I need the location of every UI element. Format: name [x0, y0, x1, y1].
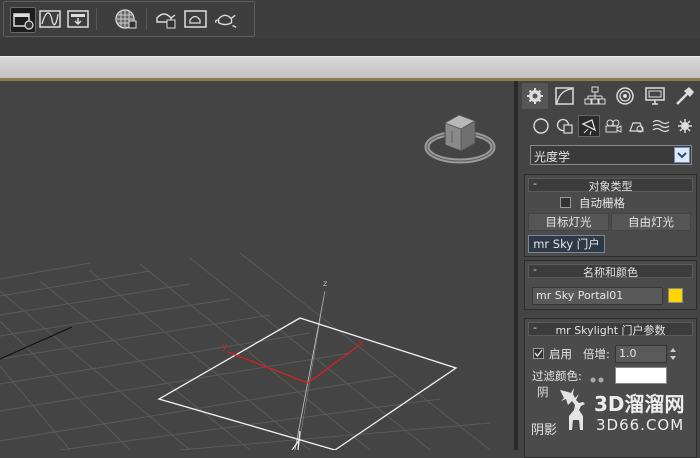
object-color-swatch[interactable] [668, 288, 683, 303]
display-icon[interactable] [642, 83, 668, 109]
toolbar-strip [0, 38, 700, 56]
light-type-dropdown[interactable]: 光度学 [530, 145, 692, 165]
cameras-icon[interactable] [602, 115, 624, 137]
name-color-rollout: - 名称和颜色 mr Sky Portal01 [524, 260, 697, 310]
render-setup-icon[interactable] [154, 7, 178, 31]
multiplier-spinner-arrows[interactable] [668, 345, 678, 363]
helpers-icon[interactable] [626, 115, 648, 137]
toolbar-group [3, 1, 255, 37]
enable-label: 启用 [549, 347, 572, 361]
object-type-rollout: - 对象类型 自动栅格 目标灯光 自由灯光 mr Sky 门户 [524, 174, 697, 257]
rendered-frame-icon[interactable] [184, 7, 208, 31]
shapes-icon[interactable] [554, 115, 576, 137]
chevron-down-icon[interactable] [674, 147, 690, 163]
filter-color-indicator-icon [589, 373, 609, 383]
rollout-title: 名称和颜色 [583, 266, 638, 279]
create-icon[interactable] [522, 83, 548, 109]
rollout-title: mr Skylight 门户参数 [555, 324, 666, 337]
autogrid-label: 自动栅格 [579, 196, 625, 210]
object-type-rollout-header[interactable]: - 对象类型 [528, 177, 693, 193]
enable-checkbox[interactable] [533, 348, 544, 359]
object-name-field[interactable]: mr Sky Portal01 [532, 287, 663, 305]
free-light-button[interactable]: 自由灯光 [611, 213, 691, 231]
motion-icon[interactable] [612, 83, 638, 109]
layer-manager-icon[interactable] [10, 7, 36, 33]
perspective-viewport[interactable]: z y x [0, 81, 514, 450]
material-editor-icon[interactable] [114, 7, 138, 31]
portal-local-axis-y [227, 351, 309, 384]
space-warps-icon[interactable] [650, 115, 672, 137]
utilities-icon[interactable] [672, 83, 698, 109]
world-axis-z-shadow [297, 290, 326, 450]
schematic-view-icon[interactable] [66, 7, 90, 31]
command-panel-tabs [522, 83, 700, 109]
main-toolbar [0, 0, 700, 38]
hierarchy-icon[interactable] [582, 83, 608, 109]
toolbar-separator [146, 8, 147, 30]
modify-icon[interactable] [552, 83, 578, 109]
lights-icon[interactable] [578, 115, 600, 137]
portal-local-axis-x [307, 345, 359, 384]
home-grid [0, 252, 491, 450]
world-axis-z [294, 290, 326, 450]
axis-label-z: z [323, 279, 327, 288]
axis-label-x: x [358, 339, 364, 349]
view-cube-icon[interactable] [424, 114, 496, 164]
filter-color-swatch[interactable] [615, 367, 667, 384]
axis-label-y: y [222, 342, 228, 352]
watermark-sub-text: 3D66.COM [596, 416, 685, 434]
filter-color-label: 过滤颜色: [532, 369, 582, 383]
viewport-scene: z y x [0, 114, 496, 450]
autogrid-checkbox[interactable] [560, 197, 571, 208]
target-light-button[interactable]: 目标灯光 [528, 213, 609, 231]
create-category-row [528, 115, 698, 139]
systems-icon[interactable] [674, 115, 696, 137]
params-rollout-header[interactable]: - mr Skylight 门户参数 [528, 321, 693, 337]
name-color-rollout-header[interactable]: - 名称和颜色 [528, 263, 693, 279]
multiplier-label: 倍增: [583, 347, 610, 361]
mr-sky-portal-button[interactable]: mr Sky 门户 [528, 235, 605, 253]
rollout-title: 对象类型 [588, 180, 633, 193]
render-teapot-icon[interactable] [214, 7, 238, 31]
toolbar-separator [96, 8, 97, 30]
geometry-icon[interactable] [530, 115, 552, 137]
light-type-dropdown-value: 光度学 [534, 150, 571, 164]
watermark-main-text: 3D溜溜网 [594, 392, 685, 416]
multiplier-spinner-field[interactable]: 1.0 [615, 345, 667, 363]
curve-editor-icon[interactable] [38, 7, 62, 31]
ribbon-strip [0, 56, 700, 79]
shadows-group-label-partial: 阴 [537, 385, 549, 399]
site-watermark: 3D溜溜网 3D66.COM [552, 384, 694, 440]
